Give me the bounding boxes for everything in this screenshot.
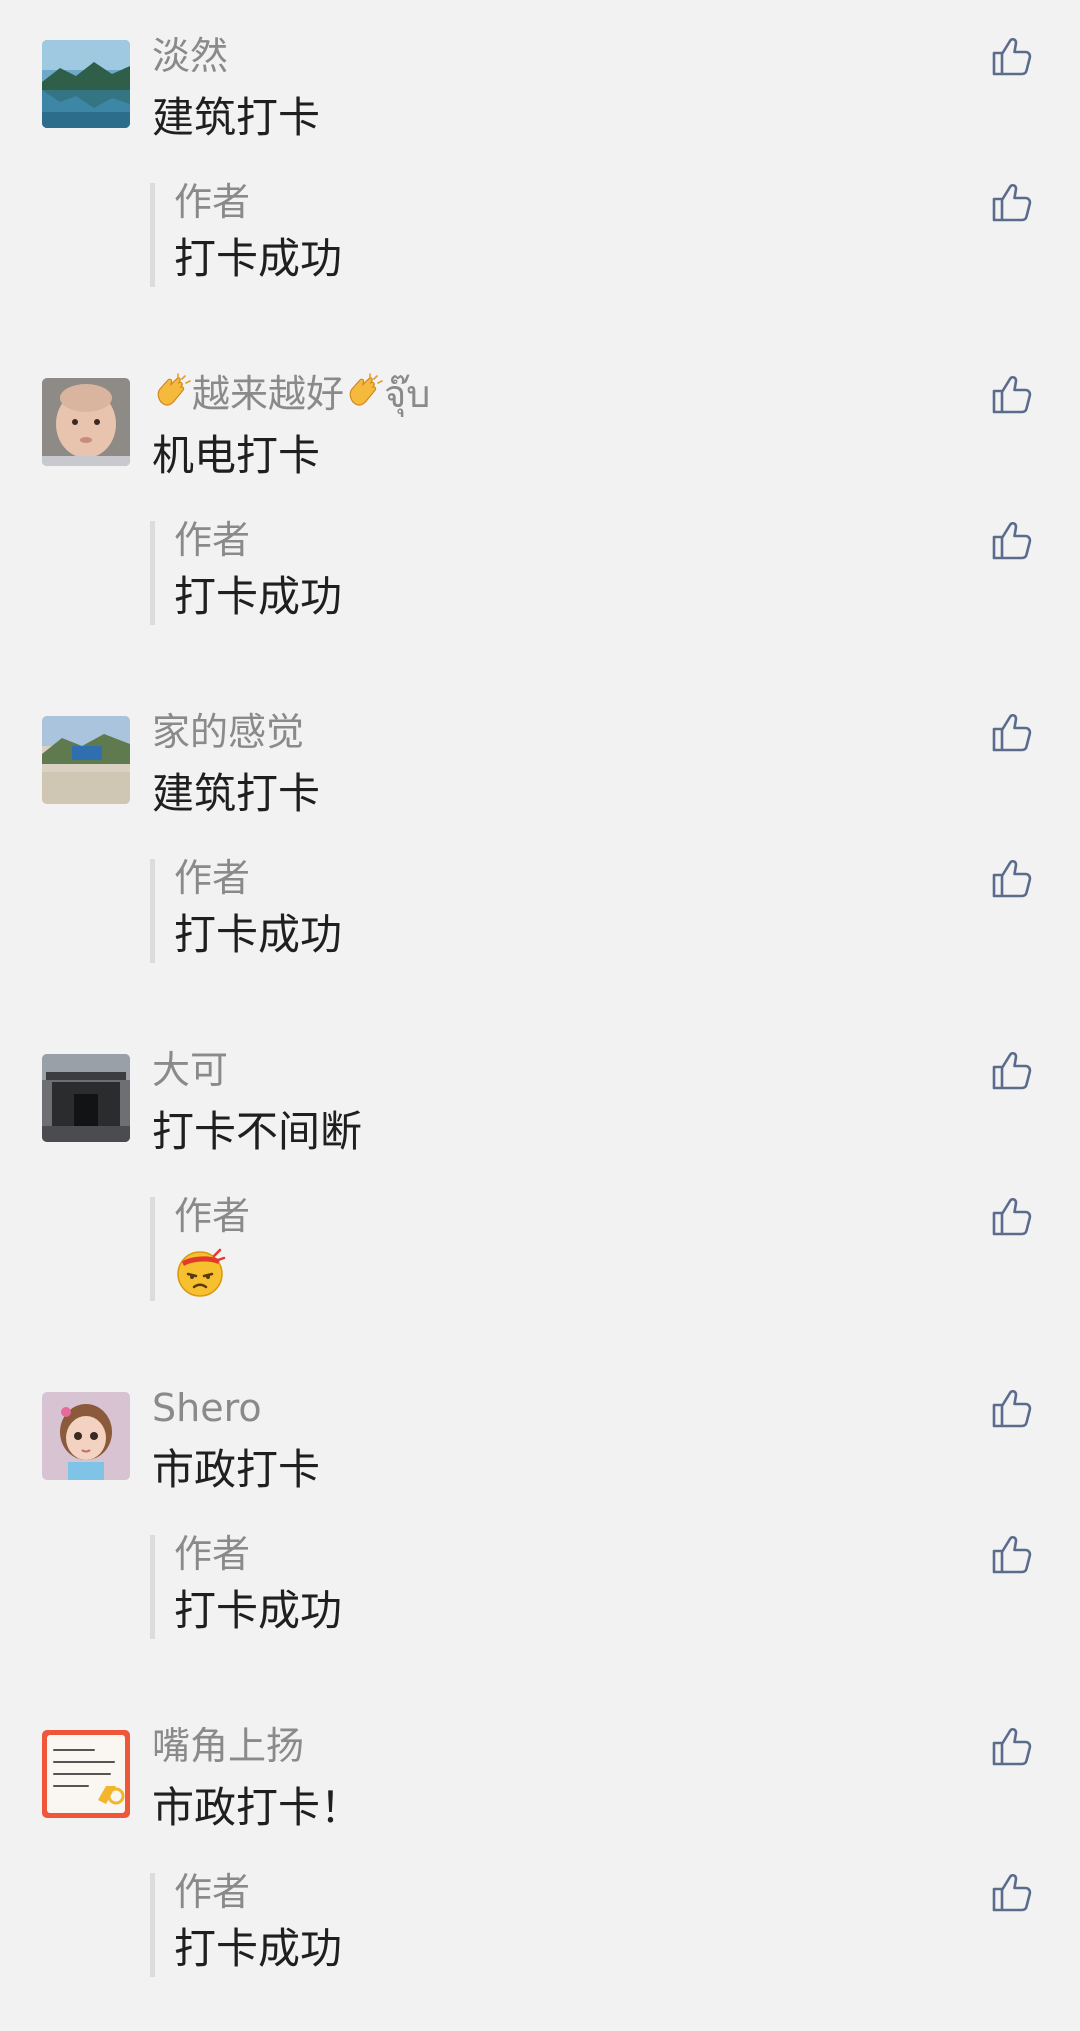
reply-like-button[interactable] — [988, 854, 1036, 902]
comment-item: Shero 市政打卡 作者 打卡成功 — [0, 1352, 1080, 1690]
comment-item: 家的感觉 建筑打卡 作者 打卡成功 — [0, 676, 1080, 1014]
comment-author-name[interactable]: 越来越好 จุ๊บ — [152, 368, 430, 420]
thumbs-up-icon — [992, 521, 1032, 560]
author-reply: 作者 打卡成功 — [150, 1870, 343, 1977]
reply-text: 打卡成功 — [174, 1586, 343, 1635]
comment-text: 建筑打卡 — [152, 93, 321, 142]
reply-text: 打卡成功 — [174, 234, 343, 283]
like-button[interactable] — [988, 1046, 1036, 1094]
reply-like-button[interactable] — [988, 1530, 1036, 1578]
reply-like-button[interactable] — [988, 516, 1036, 564]
clapping-hands-emoji — [152, 373, 192, 413]
avatar[interactable] — [42, 1730, 130, 1818]
thumbs-up-icon — [992, 1389, 1032, 1428]
like-button[interactable] — [988, 32, 1036, 80]
like-button[interactable] — [988, 1384, 1036, 1432]
author-name-part: จุ๊บ — [384, 372, 431, 416]
reply-like-button[interactable] — [988, 1192, 1036, 1240]
avatar[interactable] — [42, 1392, 130, 1480]
thumbs-up-icon — [992, 1051, 1032, 1090]
comment-feed: 淡然 建筑打卡 作者 打卡成功 越来越好 จุ๊บ 机电打卡 作者 打卡成功 家… — [0, 0, 1080, 2031]
thumbs-up-icon — [992, 859, 1032, 898]
reply-author-name: 作者 — [174, 180, 251, 224]
thumbs-up-icon — [992, 1873, 1032, 1912]
author-reply: 作者 打卡成功 — [150, 180, 343, 287]
avatar-lake-image — [42, 40, 130, 128]
thumbs-up-icon — [992, 1197, 1032, 1236]
reply-text: 打卡成功 — [174, 1924, 343, 1973]
comment-text: 打卡不间断 — [152, 1107, 363, 1156]
comment-item: 淡然 建筑打卡 作者 打卡成功 — [0, 0, 1080, 338]
avatar-building-photo — [42, 1054, 130, 1142]
author-reply: 作者 — [150, 1194, 250, 1301]
comment-author-name[interactable]: 淡然 — [152, 30, 228, 82]
thumbs-up-icon — [992, 37, 1032, 76]
comment-text: 机电打卡 — [152, 431, 321, 480]
reply-author-name: 作者 — [174, 856, 251, 900]
like-button[interactable] — [988, 370, 1036, 418]
comment-author-name[interactable]: 家的感觉 — [152, 706, 304, 758]
comment-author-name[interactable]: 大可 — [152, 1044, 228, 1096]
reply-author-name: 作者 — [174, 1194, 251, 1238]
author-reply: 作者 打卡成功 — [150, 1532, 343, 1639]
comment-item: 大可 打卡不间断 作者 — [0, 1014, 1080, 1352]
reply-text: 打卡成功 — [174, 572, 343, 621]
thumbs-up-icon — [992, 375, 1032, 414]
author-reply: 作者 打卡成功 — [150, 856, 343, 963]
clapping-hands-emoji — [344, 373, 384, 413]
thumbs-up-icon — [992, 1727, 1032, 1766]
author-reply: 作者 打卡成功 — [150, 518, 343, 625]
comment-author-name[interactable]: 嘴角上扬 — [152, 1720, 304, 1772]
reply-author-name: 作者 — [174, 1532, 251, 1576]
thumbs-up-icon — [992, 713, 1032, 752]
avatar[interactable] — [42, 716, 130, 804]
like-button[interactable] — [988, 708, 1036, 756]
avatar-cartoon-girl — [42, 1392, 130, 1480]
thumbs-up-icon — [992, 183, 1032, 222]
avatar-landscape-photo — [42, 716, 130, 804]
comment-author-name[interactable]: Shero — [152, 1382, 262, 1434]
comment-item: 越来越好 จุ๊บ 机电打卡 作者 打卡成功 — [0, 338, 1080, 676]
reply-like-button[interactable] — [988, 178, 1036, 226]
avatar-handwritten-card — [42, 1730, 130, 1818]
reply-text: 打卡成功 — [174, 910, 343, 959]
like-button[interactable] — [988, 1722, 1036, 1770]
reply-author-name: 作者 — [174, 1870, 251, 1914]
reply-like-button[interactable] — [988, 1868, 1036, 1916]
avatar[interactable] — [42, 378, 130, 466]
comment-text: 建筑打卡 — [152, 769, 321, 818]
thumbs-up-icon — [992, 1535, 1032, 1574]
avatar[interactable] — [42, 40, 130, 128]
avatar-baby-photo — [42, 378, 130, 466]
annoyed-face-emoji — [174, 1246, 226, 1298]
author-name-part: 越来越好 — [192, 372, 345, 416]
avatar[interactable] — [42, 1054, 130, 1142]
comment-text: 市政打卡！ — [152, 1783, 363, 1832]
comment-text: 市政打卡 — [152, 1445, 321, 1494]
reply-author-name: 作者 — [174, 518, 251, 562]
comment-item: 嘴角上扬 市政打卡！ 作者 打卡成功 — [0, 1690, 1080, 2028]
